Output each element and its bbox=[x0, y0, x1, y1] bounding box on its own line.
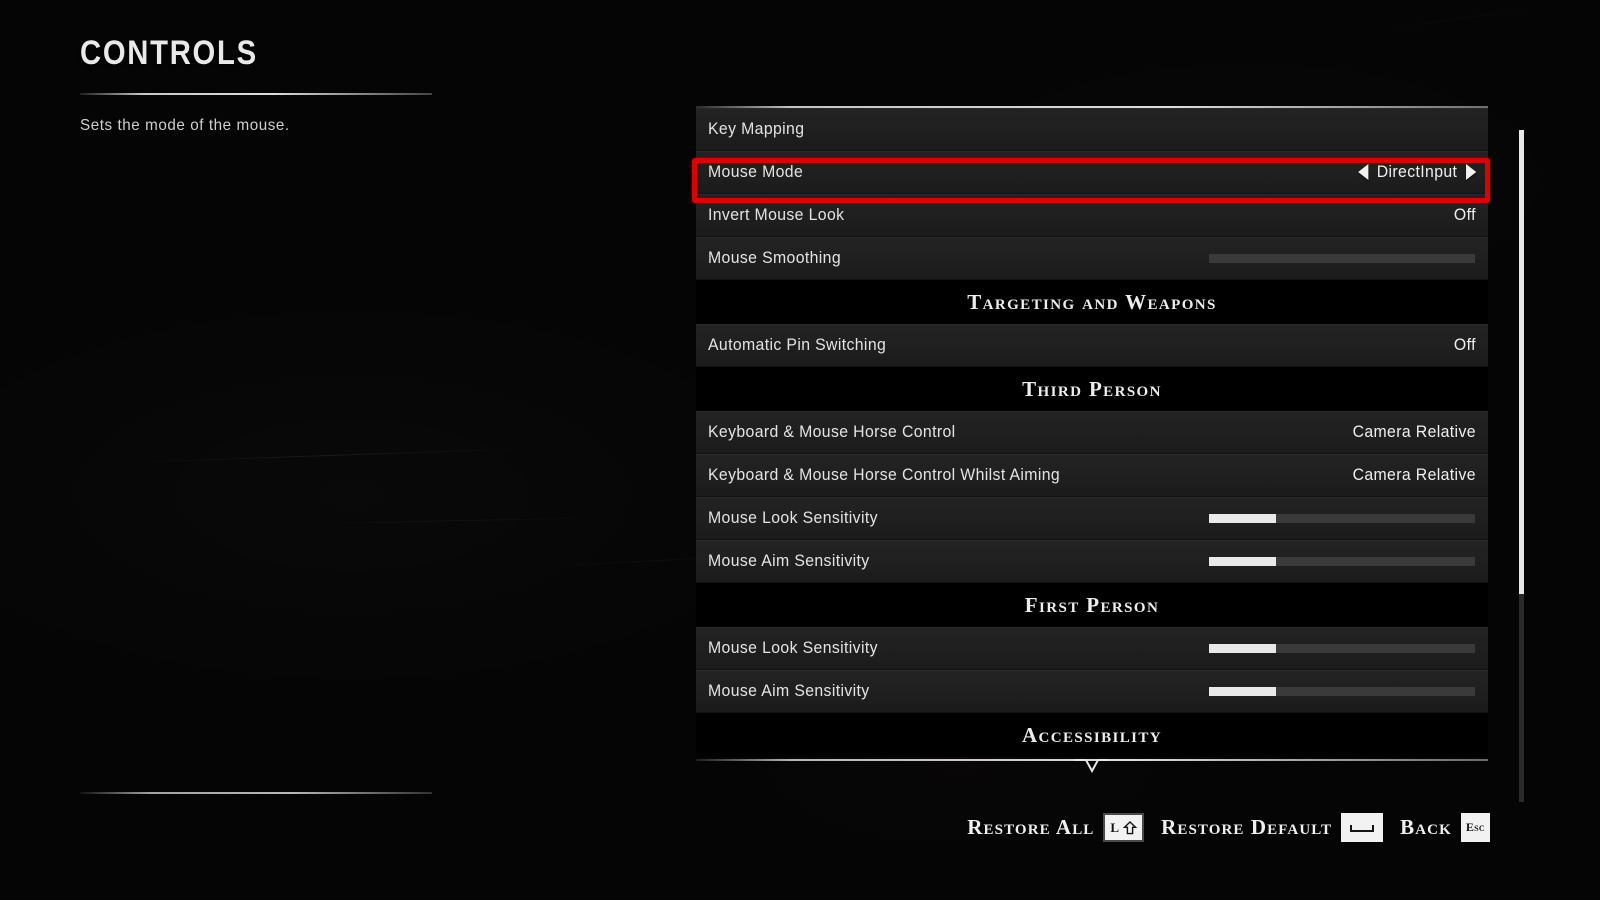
settings-row[interactable]: Mouse Aim Sensitivity bbox=[696, 670, 1488, 713]
footer-action[interactable]: Restore All L bbox=[967, 813, 1145, 842]
info-panel: CONTROLS Sets the mode of the mouse. bbox=[80, 34, 432, 135]
info-panel-bottom-divider bbox=[80, 792, 432, 794]
background-scratch bbox=[120, 447, 540, 464]
section-header: Targeting and Weapons bbox=[696, 280, 1488, 324]
section-header: Third Person bbox=[696, 367, 1488, 411]
scrollbar-thumb[interactable] bbox=[1519, 130, 1524, 594]
settings-row-label: Key Mapping bbox=[708, 119, 805, 138]
slider-fill bbox=[1209, 643, 1276, 653]
settings-row-label: Mouse Smoothing bbox=[708, 248, 842, 267]
spacebar-key-icon[interactable] bbox=[1341, 813, 1384, 842]
esc-key-icon[interactable]: Esc bbox=[1460, 813, 1490, 842]
footer-action-label: Back bbox=[1400, 815, 1452, 839]
settings-row-slider[interactable] bbox=[1209, 643, 1475, 653]
list-bottom-divider-wrap bbox=[696, 759, 1488, 773]
key-esc-label: Esc bbox=[1465, 820, 1485, 834]
section-header: First Person bbox=[696, 583, 1488, 627]
settings-row-slider[interactable] bbox=[1209, 556, 1475, 566]
settings-row-value: Camera Relative bbox=[1352, 465, 1477, 484]
setting-description: Sets the mode of the mouse. bbox=[80, 117, 290, 134]
settings-row[interactable]: Mouse Aim Sensitivity bbox=[696, 540, 1488, 583]
footer-action-label: Restore Default bbox=[1161, 815, 1333, 839]
settings-row[interactable]: Mouse Mode DirectInput bbox=[696, 151, 1488, 194]
settings-row-label: Keyboard & Mouse Horse Control Whilst Ai… bbox=[708, 465, 1061, 484]
settings-list: Key Mapping Mouse Mode DirectInput Invert M… bbox=[696, 108, 1488, 757]
settings-row[interactable]: Invert Mouse Look Off bbox=[696, 194, 1488, 237]
title-divider bbox=[80, 93, 432, 95]
page-title: CONTROLS bbox=[80, 34, 258, 72]
slider-fill bbox=[1209, 513, 1276, 523]
settings-row-label: Mouse Mode bbox=[708, 162, 804, 181]
footer-action-label: Restore All bbox=[967, 815, 1095, 839]
settings-row-slider[interactable] bbox=[1209, 513, 1475, 523]
settings-row[interactable]: Mouse Look Sensitivity bbox=[696, 627, 1488, 670]
background-scratch bbox=[300, 516, 630, 525]
settings-row-label: Invert Mouse Look bbox=[708, 205, 845, 224]
footer-action[interactable]: Back Esc bbox=[1400, 813, 1490, 842]
chevron-right-icon[interactable] bbox=[1466, 164, 1477, 180]
settings-row-slider[interactable] bbox=[1209, 686, 1475, 696]
settings-row-label: Mouse Look Sensitivity bbox=[708, 508, 878, 527]
settings-row-label: Automatic Pin Switching bbox=[708, 335, 887, 354]
settings-row-label: Keyboard & Mouse Horse Control bbox=[708, 422, 956, 441]
key-letter-label: L bbox=[1110, 819, 1120, 835]
settings-row-value: Camera Relative bbox=[1352, 422, 1477, 441]
settings-row-spinner[interactable]: DirectInput bbox=[1358, 162, 1480, 182]
slider-fill bbox=[1209, 686, 1276, 696]
footer-action[interactable]: Restore Default bbox=[1161, 813, 1384, 842]
settings-row[interactable]: Mouse Look Sensitivity bbox=[696, 497, 1488, 540]
settings-row[interactable]: Mouse Smoothing bbox=[696, 237, 1488, 280]
settings-row-slider[interactable] bbox=[1209, 253, 1475, 263]
settings-row-value: Off bbox=[1454, 335, 1477, 354]
settings-row-label: Mouse Aim Sensitivity bbox=[708, 681, 870, 700]
settings-row-value: DirectInput bbox=[1377, 162, 1458, 181]
settings-row[interactable]: Key Mapping bbox=[696, 108, 1488, 151]
settings-screen: CONTROLS Sets the mode of the mouse. Key… bbox=[0, 0, 1600, 900]
settings-row[interactable]: Keyboard & Mouse Horse Control Whilst Ai… bbox=[696, 454, 1488, 497]
chevron-left-icon[interactable] bbox=[1358, 164, 1369, 180]
slider-fill bbox=[1209, 556, 1276, 566]
settings-row-label: Mouse Aim Sensitivity bbox=[708, 551, 870, 570]
section-header: Accessibility bbox=[696, 713, 1488, 757]
footer-action-bar: Restore All L Restore Default Back Esc bbox=[967, 813, 1490, 842]
settings-row-label: Mouse Look Sensitivity bbox=[708, 638, 878, 657]
settings-row[interactable]: Keyboard & Mouse Horse Control Camera Rel… bbox=[696, 411, 1488, 454]
list-scrollbar[interactable] bbox=[1519, 130, 1524, 802]
settings-list-panel: Key Mapping Mouse Mode DirectInput Invert M… bbox=[696, 106, 1488, 773]
settings-row-value: Off bbox=[1454, 205, 1477, 224]
lshift-key-icon[interactable]: L bbox=[1103, 813, 1145, 842]
settings-row[interactable]: Automatic Pin Switching Off bbox=[696, 324, 1488, 367]
background-scratch bbox=[1380, 6, 1540, 31]
scroll-down-chevron-icon bbox=[1075, 759, 1109, 773]
